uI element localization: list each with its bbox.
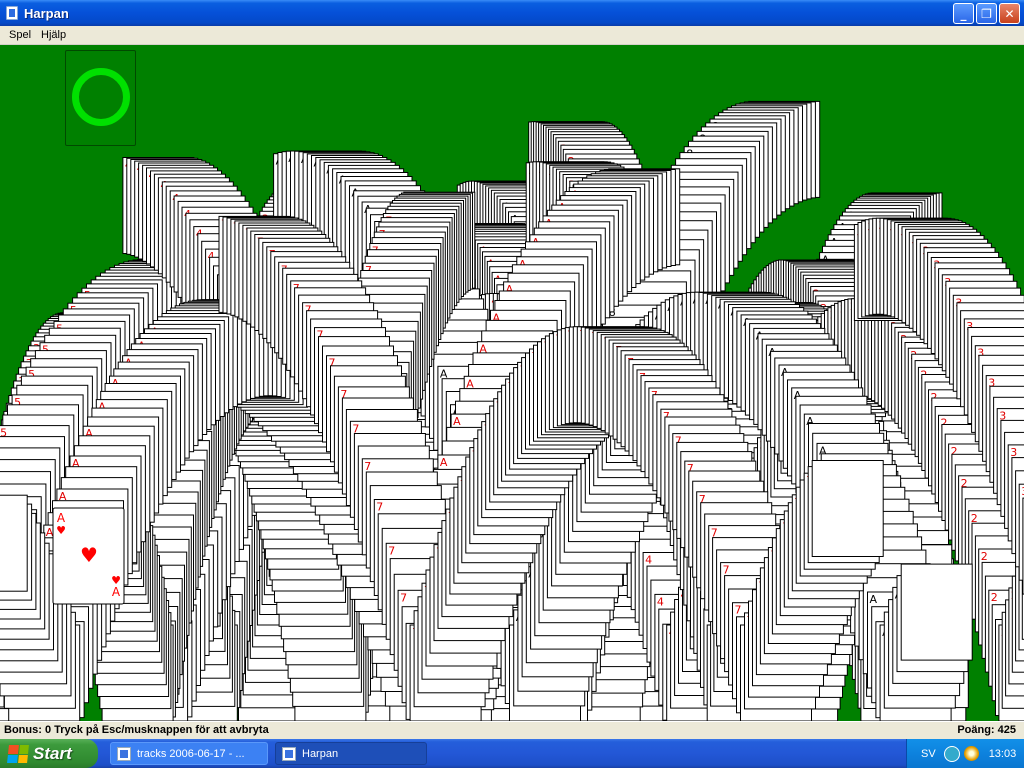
svg-text:A: A (440, 456, 448, 469)
score-text: Poäng: 425 (957, 724, 1016, 736)
title-bar[interactable]: Harpan _ ❐ ✕ (0, 0, 1024, 26)
card-rank-bottom: A (112, 585, 121, 599)
card-center-heart-icon: ♥ (80, 543, 98, 567)
tray-network-icon[interactable] (963, 746, 979, 761)
svg-text:7: 7 (364, 460, 371, 473)
menu-spel[interactable]: Spel (4, 29, 36, 41)
window-controls: _ ❐ ✕ (953, 3, 1020, 24)
svg-text:A: A (453, 415, 461, 428)
svg-text:7: 7 (723, 564, 730, 577)
window-title: Harpan (24, 5, 69, 21)
tray-help-icon[interactable] (943, 745, 960, 762)
game-board: AAAAAAAAAAAAAAAAAAAAAAAAAAAAAAAAAAAAAAAA… (0, 45, 1024, 721)
taskbar-item-label: tracks 2006-06-17 - ... (137, 747, 245, 760)
card-rank-top: A (57, 511, 66, 525)
language-indicator[interactable]: SV (921, 748, 936, 760)
windows-flag-icon (7, 744, 29, 763)
harpan-app-icon[interactable] (6, 6, 18, 20)
svg-text:7: 7 (735, 604, 742, 617)
svg-text:4: 4 (657, 595, 664, 608)
bonus-status-text: Bonus: 0 Tryck på Esc/musknappen för att… (4, 724, 269, 736)
card-suit-top-icon: ♥ (56, 524, 66, 537)
ace-of-hearts-card: A♥♥A♥ (52, 507, 125, 605)
bouncing-cards-trail: AAAAAAAAAAAAAAAAAAAAAAAAAAAAAAAAAAAAAAAA… (0, 100, 1024, 721)
clock[interactable]: 13:03 (989, 748, 1017, 760)
menu-hjalp[interactable]: Hjälp (36, 29, 71, 41)
menu-bar: Spel Hjälp (0, 26, 1024, 45)
taskbar-item-label: Harpan (302, 747, 339, 760)
svg-text:2: 2 (991, 591, 998, 604)
harpan-window-icon (282, 746, 296, 761)
svg-text:A: A (870, 593, 878, 606)
svg-text:3: 3 (1010, 446, 1017, 459)
svg-text:7: 7 (388, 544, 395, 557)
svg-text:7: 7 (376, 501, 383, 514)
svg-text:4: 4 (645, 554, 652, 567)
start-label: Start (33, 743, 72, 763)
card-suit-bottom-icon: ♥ (111, 574, 121, 587)
taskbar-item-tracks[interactable]: tracks 2006-06-17 - ... (110, 742, 268, 765)
status-bar: Bonus: 0 Tryck på Esc/musknappen för att… (0, 721, 1024, 739)
close-button[interactable]: ✕ (999, 3, 1020, 24)
taskbar-item-harpan[interactable]: Harpan (275, 742, 427, 765)
svg-text:7: 7 (400, 591, 407, 604)
start-button[interactable]: Start (0, 739, 98, 768)
minimize-button[interactable]: _ (953, 3, 974, 24)
maximize-button[interactable]: ❐ (976, 3, 997, 24)
svg-text:2: 2 (981, 550, 988, 563)
system-tray: SV 13:03 (906, 739, 1024, 768)
explorer-window-icon (117, 746, 131, 761)
taskbar: Start tracks 2006-06-17 - ... Harpan SV … (0, 739, 1024, 768)
